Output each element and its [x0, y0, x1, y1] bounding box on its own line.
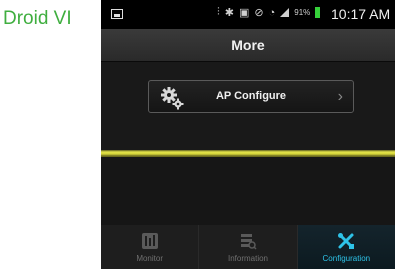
wifi-icon: ◔ — [268, 6, 276, 19]
battery-percent: 91% — [294, 8, 311, 17]
bluetooth-icon: ✱ — [224, 7, 234, 19]
chevron-right-icon: › — [337, 88, 343, 105]
content-area: AP Configure › — [101, 62, 395, 225]
empty-area — [101, 157, 395, 225]
vibrate-icon: ⫶ — [217, 6, 220, 18]
title-bar: More — [101, 29, 395, 62]
configuration-icon — [338, 233, 355, 249]
bottom-tab-bar: Monitor Information Configuration — [101, 225, 395, 269]
tab-monitor-label: Monitor — [136, 254, 163, 263]
signal-icon — [280, 8, 290, 17]
device-caption: Droid VI — [3, 8, 72, 29]
tab-information-label: Information — [227, 254, 268, 263]
mute-icon: ⊘ — [254, 7, 264, 19]
page-title: More — [231, 37, 265, 53]
ap-configure-button[interactable]: AP Configure › — [148, 80, 354, 113]
tab-configuration[interactable]: Configuration — [297, 225, 395, 269]
phone-screen: ⫶ ✱ ▣ ⊘ ◔ 91% 10:17 AM More AP Configure… — [101, 0, 395, 269]
picture-icon — [111, 9, 123, 19]
monitor-icon — [141, 233, 158, 249]
nfc-icon: ▣ — [238, 7, 250, 19]
ap-configure-label: AP Configure — [215, 90, 287, 102]
information-icon — [240, 234, 257, 250]
divider-bar — [101, 150, 395, 157]
tab-configuration-label: Configuration — [322, 254, 371, 263]
tab-information[interactable]: Information — [199, 225, 298, 269]
battery-icon — [315, 7, 321, 18]
tab-monitor[interactable]: Monitor — [101, 225, 200, 269]
status-time: 10:17 AM — [331, 6, 391, 22]
status-bar: ⫶ ✱ ▣ ⊘ ◔ 91% 10:17 AM — [101, 0, 395, 29]
status-icons: ⫶ ✱ ▣ ⊘ ◔ 91% — [217, 6, 322, 19]
